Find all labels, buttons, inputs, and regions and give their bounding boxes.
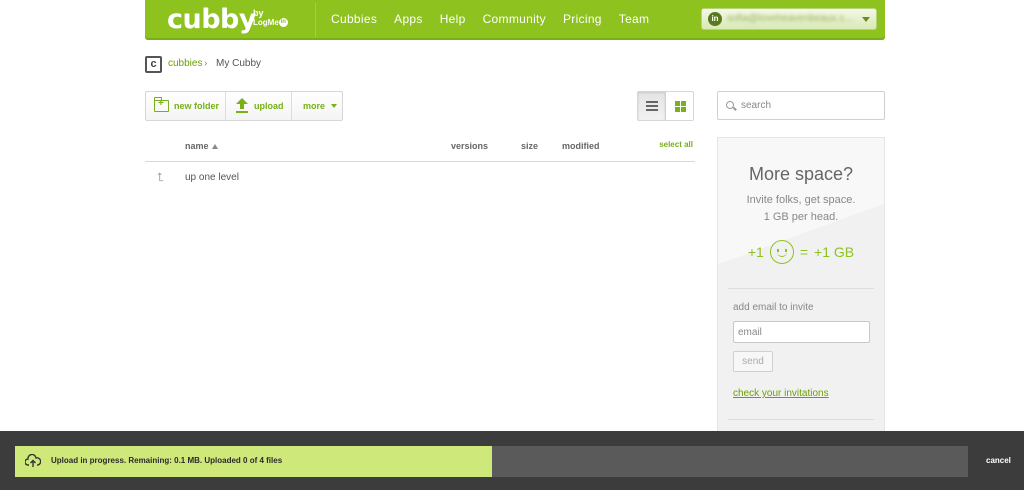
nav-apps[interactable]: Apps xyxy=(394,12,423,26)
cloud-upload-icon xyxy=(25,454,41,468)
new-folder-button[interactable]: new folder xyxy=(146,92,226,120)
invite-label: add email to invite xyxy=(733,302,814,313)
breadcrumb-separator: › xyxy=(204,58,208,69)
breadcrumb-cubbies[interactable]: cubbies xyxy=(168,58,202,69)
grid-icon xyxy=(674,101,686,112)
cancel-upload-button[interactable]: cancel xyxy=(986,456,1011,465)
cubby-logo[interactable]: cubby xyxy=(167,4,256,35)
nav-help[interactable]: Help xyxy=(440,12,466,26)
promo-subtitle: Invite folks, get space. 1 GB per head. xyxy=(746,194,856,223)
column-size[interactable]: size xyxy=(521,141,538,151)
list-icon xyxy=(646,101,658,111)
linkedin-icon: in xyxy=(708,12,722,26)
promo-title: More space? xyxy=(748,164,854,184)
file-toolbar: new folder upload more xyxy=(145,91,343,121)
upload-status-text: Upload in progress. Remaining: 0.1 MB. U… xyxy=(51,456,283,465)
column-modified[interactable]: modified xyxy=(562,141,600,151)
upload-progress-bar: Upload in progress. Remaining: 0.1 MB. U… xyxy=(0,431,1024,490)
nav-community[interactable]: Community xyxy=(483,12,546,26)
cubby-badge-icon: c xyxy=(145,56,162,73)
user-email: sofia@loveheavenbeaux.c... xyxy=(727,13,853,24)
send-invite-button[interactable]: send xyxy=(733,351,773,372)
sort-up-icon xyxy=(211,144,218,149)
nav-cubbies[interactable]: Cubbies xyxy=(331,12,377,26)
upload-icon xyxy=(236,98,248,114)
logmein-logo: by LogMe in xyxy=(253,8,288,28)
nav-pricing[interactable]: Pricing xyxy=(563,12,602,26)
up-arrow-icon: ⮤ xyxy=(157,170,165,184)
chevron-down-icon xyxy=(862,17,870,22)
user-menu-dropdown[interactable]: in sofia@loveheavenbeaux.c... xyxy=(701,8,877,30)
new-folder-icon xyxy=(153,97,169,112)
nav-team[interactable]: Team xyxy=(619,12,650,26)
view-toggle xyxy=(637,91,694,121)
promo-equation: +1 = +1 GB xyxy=(718,240,884,264)
divider xyxy=(728,288,874,289)
breadcrumb-current: My Cubby xyxy=(216,58,262,69)
divider xyxy=(728,419,874,420)
list-view-button[interactable] xyxy=(638,92,666,120)
file-list-header: name versions size modified select all xyxy=(145,138,695,162)
nav-divider xyxy=(315,3,316,37)
search-icon xyxy=(726,101,734,109)
column-name[interactable]: name xyxy=(185,141,218,151)
chevron-down-icon xyxy=(331,104,338,108)
top-header: cubby by LogMe in Cubbies Apps Help Commu… xyxy=(145,0,885,40)
upload-button[interactable]: upload xyxy=(226,92,292,120)
smiley-icon xyxy=(769,240,794,264)
up-one-level-row[interactable]: ⮤ up one level xyxy=(145,170,695,188)
grid-view-button[interactable] xyxy=(666,92,693,120)
invite-email-input[interactable] xyxy=(733,321,870,343)
column-versions[interactable]: versions xyxy=(451,141,488,151)
search-input[interactable] xyxy=(741,98,879,113)
more-dropdown-button[interactable]: more xyxy=(292,92,342,120)
main-nav: Cubbies Apps Help Community Pricing Team xyxy=(331,0,666,38)
search-box xyxy=(717,91,885,120)
progress-track: Upload in progress. Remaining: 0.1 MB. U… xyxy=(15,446,968,477)
check-invitations-link[interactable]: check your invitations xyxy=(733,388,829,399)
select-all-link[interactable]: select all xyxy=(659,140,693,149)
more-space-panel: More space? Invite folks, get space. 1 G… xyxy=(717,137,885,437)
